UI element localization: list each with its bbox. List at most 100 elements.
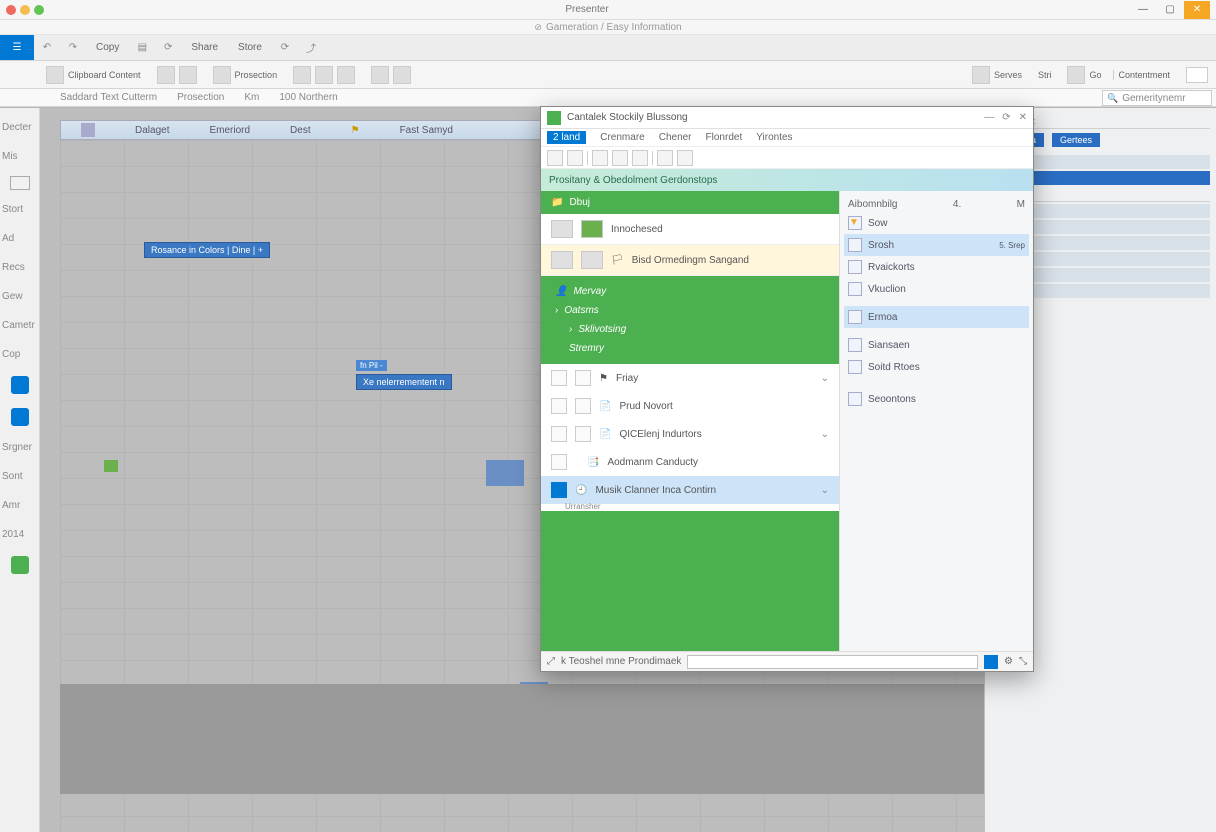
menu-item[interactable]: Yirontes bbox=[756, 132, 792, 143]
nav-app-icon[interactable] bbox=[11, 556, 29, 574]
nav-icon[interactable] bbox=[10, 176, 30, 190]
tool-icon[interactable] bbox=[567, 150, 583, 166]
tab-store[interactable]: Store bbox=[228, 35, 272, 60]
zoom-input[interactable] bbox=[1186, 67, 1208, 83]
menu-item[interactable]: 2 land bbox=[547, 131, 586, 144]
tab-copy[interactable]: Copy bbox=[86, 35, 129, 60]
tool-icon[interactable] bbox=[547, 150, 563, 166]
nav-item[interactable]: Gew bbox=[0, 287, 39, 306]
expand-icon[interactable]: ⤡ bbox=[1019, 656, 1027, 667]
nav-item[interactable]: Srgner bbox=[0, 438, 39, 457]
footer-button[interactable] bbox=[984, 655, 998, 669]
nav-item[interactable]: Sont bbox=[0, 467, 39, 486]
category-item[interactable]: Stremry bbox=[569, 343, 825, 354]
list-item[interactable]: 📄QICElenj Indurtors bbox=[541, 420, 839, 448]
tool-icon[interactable] bbox=[592, 150, 608, 166]
search-input[interactable]: 🔍 Gemeritynemr bbox=[1102, 90, 1212, 106]
nav-item[interactable]: Ad bbox=[0, 229, 39, 248]
col-header[interactable]: Fast Samyd bbox=[400, 125, 453, 136]
cell-tag[interactable]: fn Pil - bbox=[356, 360, 387, 371]
max-dot-icon[interactable] bbox=[34, 5, 44, 15]
file-tab[interactable]: ☰ bbox=[0, 35, 34, 60]
tool-icon[interactable] bbox=[293, 66, 311, 84]
list-item[interactable]: 📄Prud Novort bbox=[541, 392, 839, 420]
menu-item[interactable]: Flonrdet bbox=[706, 132, 743, 143]
subtitle-text: Gameration / Easy Information bbox=[546, 22, 682, 33]
nav-item[interactable]: Amr bbox=[0, 496, 39, 515]
item-label: Stremry bbox=[569, 343, 604, 354]
tool-icon[interactable] bbox=[179, 66, 197, 84]
filter-item[interactable]: Ermoa bbox=[844, 306, 1029, 328]
cell-mark-icon bbox=[104, 460, 118, 472]
col-header[interactable]: Dest bbox=[290, 125, 311, 136]
category-item[interactable]: ›Oatsms bbox=[555, 305, 825, 316]
close-dot-icon[interactable] bbox=[6, 5, 16, 15]
close-icon[interactable]: ✕ bbox=[1019, 112, 1027, 123]
list-item[interactable]: 🏳Bisd Ormedingm Sangand bbox=[541, 245, 839, 276]
tool-icon[interactable] bbox=[632, 150, 648, 166]
expand-icon[interactable]: ⤢ bbox=[547, 656, 555, 667]
filter-item[interactable]: ▼Sow bbox=[844, 212, 1029, 234]
nav-item[interactable]: Decter bbox=[0, 118, 39, 137]
col-header[interactable]: Dalaget bbox=[135, 125, 169, 136]
nav-item[interactable]: 2014 bbox=[0, 525, 39, 544]
tool-icon[interactable] bbox=[371, 66, 389, 84]
doc-icon: 📄 bbox=[599, 401, 611, 412]
menu-item[interactable]: Crenmare bbox=[600, 132, 644, 143]
nav-app-icon[interactable] bbox=[11, 376, 29, 394]
category-item[interactable]: 👤Mervay bbox=[555, 286, 825, 297]
list-item[interactable]: 🕘Musik Clanner Inca Contirn bbox=[541, 476, 839, 504]
minimize-icon[interactable]: — bbox=[1130, 1, 1156, 19]
filter-item[interactable]: Seoontons bbox=[844, 388, 1029, 410]
toolbar-icon[interactable]: ⤴ bbox=[300, 37, 322, 59]
far-label: Stri bbox=[1038, 70, 1052, 80]
filter-item[interactable]: Srosh5. Srep bbox=[844, 234, 1029, 256]
toolbar-icon[interactable]: ▤ bbox=[131, 37, 153, 59]
cell-tag[interactable]: Xe nelerrementent n bbox=[356, 374, 452, 390]
tool-icon[interactable] bbox=[393, 66, 411, 84]
tool-icon[interactable] bbox=[677, 150, 693, 166]
filter-item[interactable]: Siansaen bbox=[844, 334, 1029, 356]
tool-icon[interactable] bbox=[315, 66, 333, 84]
paste-icon[interactable] bbox=[46, 66, 64, 84]
undo-icon[interactable]: ↶ bbox=[36, 37, 58, 59]
refresh-icon[interactable]: ⟳ bbox=[1002, 112, 1010, 123]
settings-icon[interactable]: ⚙ bbox=[1004, 656, 1013, 667]
close-icon[interactable]: ✕ bbox=[1184, 1, 1210, 19]
redo-icon[interactable]: ↷ bbox=[62, 37, 84, 59]
panel-tab[interactable]: Gertees bbox=[1052, 133, 1100, 147]
toolbar-icon[interactable]: ⟳ bbox=[274, 37, 296, 59]
toolbar-icon[interactable]: ⟳ bbox=[157, 37, 179, 59]
tool-icon[interactable] bbox=[1067, 66, 1085, 84]
footer-input[interactable] bbox=[687, 655, 978, 669]
subtitle-bar: ⊘ Gameration / Easy Information bbox=[0, 20, 1216, 35]
tool-icon[interactable] bbox=[972, 66, 990, 84]
nav-item[interactable]: Cop bbox=[0, 345, 39, 364]
item-icon bbox=[551, 454, 567, 470]
minimize-icon[interactable]: — bbox=[984, 112, 994, 123]
nav-item[interactable]: Mis bbox=[0, 147, 39, 166]
filter-item[interactable]: Vkuclion bbox=[844, 278, 1029, 300]
list-item[interactable]: ⚑Friay bbox=[541, 364, 839, 392]
tool-icon[interactable] bbox=[157, 66, 175, 84]
col-header[interactable]: Emeriord bbox=[209, 125, 250, 136]
cell-tag[interactable]: Rosance in Colors | Dine | + bbox=[144, 242, 270, 258]
tool-icon[interactable] bbox=[337, 66, 355, 84]
category-item[interactable]: ›Sklivotsing bbox=[569, 324, 825, 335]
tool-icon[interactable] bbox=[612, 150, 628, 166]
maximize-icon[interactable]: ▢ bbox=[1157, 1, 1183, 19]
nav-item[interactable]: Stort bbox=[0, 200, 39, 219]
menu-item[interactable]: Chener bbox=[659, 132, 692, 143]
tab-share[interactable]: Share bbox=[181, 35, 228, 60]
tool-icon[interactable] bbox=[213, 66, 231, 84]
item-subtitle: Urransher bbox=[565, 502, 839, 511]
tool-icon[interactable] bbox=[657, 150, 673, 166]
list-item[interactable]: Innochesed bbox=[541, 214, 839, 245]
min-dot-icon[interactable] bbox=[20, 5, 30, 15]
nav-item[interactable]: Cametr bbox=[0, 316, 39, 335]
nav-item[interactable]: Recs bbox=[0, 258, 39, 277]
filter-item[interactable]: Rvaickorts bbox=[844, 256, 1029, 278]
list-item[interactable]: 📑Aodmanm Canducty bbox=[541, 448, 839, 476]
filter-item[interactable]: Soitd Rtoes bbox=[844, 356, 1029, 378]
nav-app-icon[interactable] bbox=[11, 408, 29, 426]
